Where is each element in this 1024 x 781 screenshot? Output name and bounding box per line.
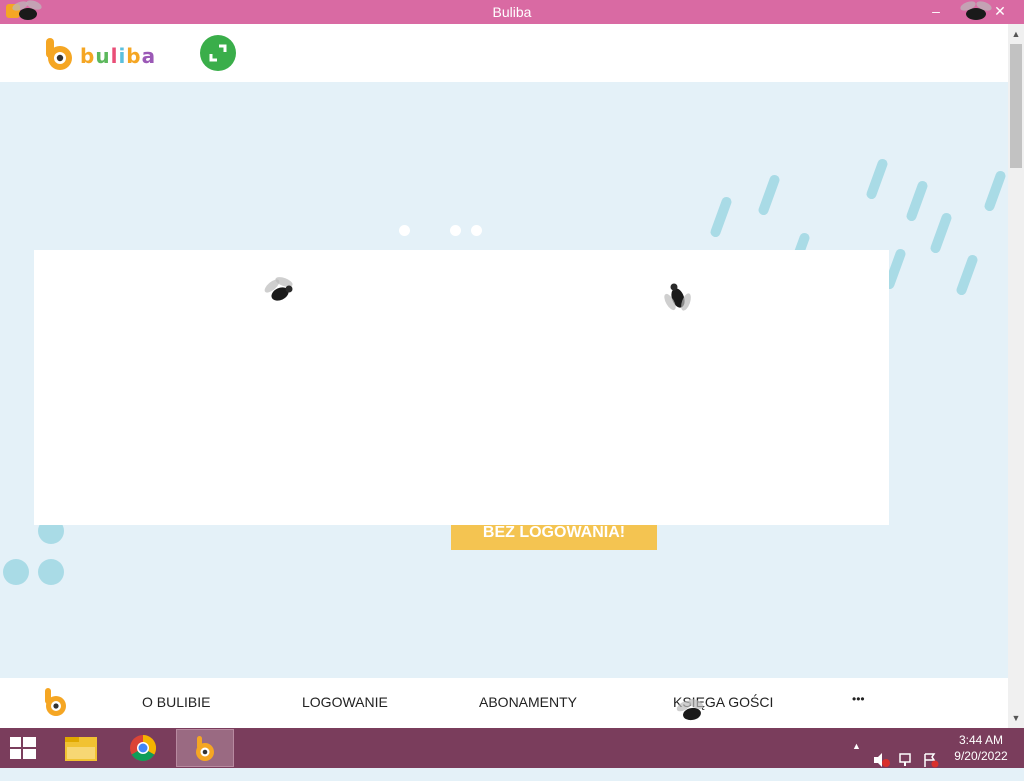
decorative-dash — [955, 253, 979, 297]
window-titlebar: Buliba – ✕ — [0, 0, 1024, 24]
nav-item-logowanie[interactable]: LOGOWANIE — [302, 694, 388, 710]
fly-icon — [676, 699, 704, 721]
fullscreen-button[interactable] — [200, 35, 236, 71]
decorative-dash — [905, 179, 929, 223]
decorative-dash — [983, 169, 1007, 213]
bottom-navigation: O BULIBIE LOGOWANIE ABONAMENTY KSIĘGA GO… — [0, 678, 1008, 728]
decorative-dash — [757, 173, 781, 217]
decorative-dash — [865, 157, 889, 201]
taskbar-file-explorer[interactable] — [52, 729, 110, 767]
scroll-down-arrow[interactable]: ▼ — [1008, 710, 1024, 726]
vertical-scrollbar[interactable]: ▲ ▼ — [1008, 24, 1024, 728]
chrome-icon — [130, 734, 157, 762]
content-panel — [34, 250, 889, 525]
taskbar-buliba[interactable] — [176, 729, 234, 767]
nav-item-abonamenty[interactable]: ABONAMENTY — [479, 694, 577, 710]
slider-dot[interactable] — [471, 225, 482, 236]
buliba-logo-text: buliba — [80, 44, 157, 68]
decorative-dot — [3, 559, 29, 585]
network-icon[interactable] — [898, 740, 916, 780]
fly-icon — [960, 1, 992, 20]
minimize-button[interactable]: – — [922, 0, 950, 24]
clock-date: 9/20/2022 — [954, 749, 1008, 763]
volume-muted-icon[interactable] — [872, 740, 890, 780]
slider-dot[interactable] — [450, 225, 461, 236]
scroll-up-arrow[interactable]: ▲ — [1008, 26, 1024, 42]
windows-start-icon[interactable] — [8, 736, 38, 760]
more-menu-button[interactable]: ••• — [852, 692, 865, 706]
buliba-app-icon — [196, 736, 214, 761]
scroll-thumb[interactable] — [1010, 44, 1022, 168]
site-header: buliba — [0, 24, 1008, 82]
decorative-dash — [709, 195, 733, 239]
fly-icon — [664, 283, 691, 311]
buliba-nav-logo-icon[interactable] — [44, 686, 68, 718]
taskbar-clock[interactable]: 3:44 AM 9/20/2022 — [950, 732, 1012, 764]
windows-taskbar: ▲ 3:44 AM 9/20/2022 — [0, 728, 1024, 768]
expand-icon — [209, 44, 227, 62]
folder-icon — [65, 737, 97, 761]
window-title: Buliba — [492, 4, 532, 20]
action-center-flag-icon[interactable] — [922, 740, 940, 780]
clock-time: 3:44 AM — [958, 733, 1004, 747]
fly-icon — [12, 0, 42, 20]
tray-overflow-arrow[interactable]: ▲ — [852, 741, 861, 781]
taskbar-chrome[interactable] — [114, 729, 172, 767]
slider-dot[interactable] — [399, 225, 410, 236]
nav-item-o-bulibie[interactable]: O BULIBIE — [142, 694, 210, 710]
decorative-dot — [38, 559, 64, 585]
fly-icon — [264, 277, 293, 301]
buliba-logo-icon — [46, 38, 72, 70]
decorative-dash — [929, 211, 953, 255]
hero-section: BEZ LOGOWANIA! — [0, 82, 1008, 678]
